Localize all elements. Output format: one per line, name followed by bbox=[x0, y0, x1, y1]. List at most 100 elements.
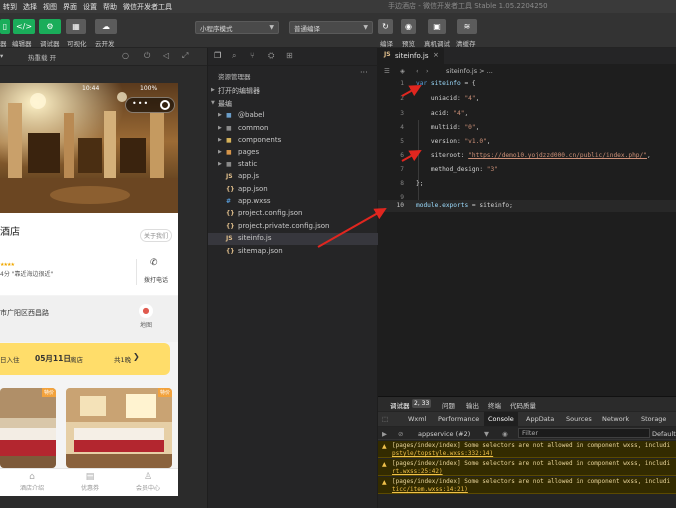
file-name: static bbox=[238, 160, 258, 168]
tab-problems[interactable]: 问题 bbox=[442, 400, 455, 410]
tab-debugger[interactable]: 调试器 bbox=[390, 400, 410, 410]
phone-call-icon[interactable]: ✆ bbox=[150, 258, 158, 268]
tab-output[interactable]: 输出 bbox=[466, 400, 479, 410]
power-icon[interactable]: ⏻ bbox=[144, 51, 150, 61]
folder-item-static[interactable]: ▶ ■ static bbox=[208, 159, 379, 171]
open-editors-section[interactable]: ▶ 打开的编辑器 bbox=[208, 85, 379, 97]
device-select[interactable]: ▾ bbox=[0, 52, 3, 60]
file-item-app-json[interactable]: {} app.json bbox=[208, 184, 379, 196]
menu-goto[interactable]: 转到 bbox=[0, 2, 20, 12]
nav-forward-icon[interactable]: › bbox=[426, 67, 429, 75]
tab-performance[interactable]: Performance bbox=[438, 415, 479, 423]
file-item-app-js[interactable]: JS app.js bbox=[208, 171, 379, 183]
map-pin-icon[interactable]: ● bbox=[139, 304, 153, 318]
file-item-project-private-config[interactable]: {} project.private.config.json bbox=[208, 221, 379, 233]
file-name: app.js bbox=[238, 172, 259, 180]
tab-wxml[interactable]: Wxml bbox=[408, 415, 426, 423]
file-item-project-config[interactable]: {} project.config.json bbox=[208, 208, 379, 220]
tab-appdata[interactable]: AppData bbox=[526, 415, 554, 423]
tab-console[interactable]: Console bbox=[484, 412, 518, 426]
map-label[interactable]: 地图 bbox=[140, 320, 152, 329]
compile-button[interactable]: ↻ bbox=[378, 19, 393, 34]
cloud-button[interactable]: ☁ bbox=[95, 19, 117, 34]
hot-reload-toggle[interactable]: 热重载 开 bbox=[28, 52, 56, 62]
clear-cache-button[interactable]: ≋ bbox=[457, 19, 477, 34]
log-level-select[interactable]: Default bbox=[652, 430, 676, 438]
tab-hotel-intro[interactable]: ⌂ 酒店介绍 bbox=[10, 471, 54, 492]
more-icon[interactable]: ··· bbox=[360, 68, 368, 77]
debug-icon[interactable]: ⛭ bbox=[268, 51, 274, 61]
device-icon: ▣ bbox=[433, 21, 441, 31]
file-name: project.config.json bbox=[238, 209, 303, 217]
editor-tab-siteinfo[interactable]: JS siteinfo.js × bbox=[378, 48, 444, 64]
file-item-sitemap-json[interactable]: {} sitemap.json bbox=[208, 246, 379, 258]
code-icon: </> bbox=[15, 21, 33, 31]
about-us-button[interactable]: 关于我们 bbox=[140, 229, 173, 242]
back-icon[interactable]: ☰ bbox=[384, 67, 390, 75]
address-text: 市广阳区西昌路 bbox=[0, 309, 49, 317]
editor-toggle-button[interactable]: </> bbox=[13, 19, 35, 34]
warning-source-link[interactable]: ticc/item.wxss:14:21) bbox=[392, 486, 468, 493]
room-card[interactable]: 特价 bbox=[66, 388, 172, 468]
folder-item-pages[interactable]: ▶ ■ pages bbox=[208, 147, 379, 159]
tab-terminal[interactable]: 终端 bbox=[488, 400, 501, 410]
inspect-icon[interactable]: ⬚ bbox=[382, 415, 388, 423]
tab-coupons[interactable]: ▤ 优惠券 bbox=[68, 471, 112, 492]
visual-button[interactable]: ▦ bbox=[66, 19, 86, 34]
record-icon[interactable]: ○ bbox=[122, 51, 129, 60]
file-item-siteinfo-js[interactable]: JS siteinfo.js bbox=[208, 233, 379, 245]
menu-settings[interactable]: 设置 bbox=[80, 2, 100, 12]
file-item-app-wxss[interactable]: # app.wxss bbox=[208, 196, 379, 208]
menu-help[interactable]: 帮助 bbox=[100, 2, 120, 12]
debugger-toggle-button[interactable]: ⚙ bbox=[39, 19, 61, 34]
simulator-toggle-button[interactable]: ▯ bbox=[0, 19, 10, 34]
file-name: pages bbox=[238, 148, 260, 156]
preview-button[interactable]: ◉ bbox=[401, 19, 416, 34]
warning-icon: ▲ bbox=[382, 461, 387, 468]
menu-view[interactable]: 视图 bbox=[40, 2, 60, 12]
bookmark-icon[interactable]: ◈ bbox=[400, 67, 405, 75]
tab-member-center[interactable]: ♙ 会员中心 bbox=[126, 471, 170, 492]
files-icon[interactable]: ❐ bbox=[214, 51, 221, 60]
eye-icon: ◉ bbox=[405, 21, 412, 31]
fullscreen-icon[interactable]: ⤢ bbox=[182, 51, 188, 61]
nav-back-icon[interactable]: ‹ bbox=[416, 67, 419, 75]
eye-icon[interactable]: ◉ bbox=[502, 430, 508, 438]
tab-code-quality[interactable]: 代码质量 bbox=[510, 400, 536, 410]
tab-network[interactable]: Network bbox=[602, 415, 629, 423]
clear-console-icon[interactable]: ⊘ bbox=[398, 430, 403, 438]
tab-sources[interactable]: Sources bbox=[566, 415, 592, 423]
chevron-down-icon: ▼ bbox=[484, 430, 489, 438]
git-icon[interactable]: ⑂ bbox=[250, 51, 255, 60]
folder-item-components[interactable]: ▶ ■ components bbox=[208, 135, 379, 147]
project-section[interactable]: ▼ 最编 bbox=[208, 98, 379, 110]
compile-select[interactable]: 普通编译 ▼ bbox=[289, 21, 373, 34]
breadcrumb-path[interactable]: siteinfo.js > ... bbox=[446, 67, 493, 75]
devtools-panel: 调试器 2, 33 问题 输出 终端 代码质量 ⬚ Wxml Performan… bbox=[378, 396, 676, 508]
tab-storage[interactable]: Storage bbox=[641, 415, 666, 423]
search-icon[interactable]: ⌕ bbox=[232, 51, 236, 61]
menu-devtools[interactable]: 微信开发者工具 bbox=[120, 2, 175, 12]
folder-item-babel[interactable]: ▶ ■ @babel bbox=[208, 110, 379, 122]
code-area[interactable]: 1 var siteinfo = { 2 uniacid: "4", 3 acid… bbox=[378, 78, 676, 396]
volume-icon[interactable]: ◁ bbox=[163, 51, 169, 60]
warning-source-link[interactable]: rt.wxss:25:42) bbox=[392, 468, 443, 475]
context-select[interactable]: appservice (#2) bbox=[418, 430, 470, 438]
remote-debug-button[interactable]: ▣ bbox=[428, 19, 446, 34]
warning-source-link[interactable]: pstyle/topstyle.wxss:332:14) bbox=[392, 450, 493, 457]
sidebar-toggle-icon[interactable]: ▶ bbox=[382, 430, 387, 438]
close-icon[interactable]: × bbox=[433, 51, 439, 59]
mode-select[interactable]: 小程序模式 ▼ bbox=[195, 21, 279, 34]
console-warning: ▲ [pages/index/index] Some selectors are… bbox=[378, 459, 676, 476]
menu-interface[interactable]: 界面 bbox=[60, 2, 80, 12]
call-label[interactable]: 拨打电话 bbox=[144, 275, 168, 284]
address-row[interactable]: 市广阳区西昌路 ● 地图 bbox=[0, 296, 178, 342]
capsule-menu[interactable]: ••• bbox=[125, 97, 175, 113]
console-filter-input[interactable]: Filter bbox=[518, 428, 650, 438]
menu-select[interactable]: 选择 bbox=[20, 2, 40, 12]
room-card[interactable]: 特价 bbox=[0, 388, 56, 468]
extensions-icon[interactable]: ⊞ bbox=[286, 51, 293, 60]
tab-label: 会员中心 bbox=[135, 485, 160, 492]
folder-item-common[interactable]: ▶ ■ common bbox=[208, 123, 379, 135]
booking-date-bar[interactable]: 日入住 05月11日 离店 共1晚 ❯ bbox=[0, 343, 170, 375]
